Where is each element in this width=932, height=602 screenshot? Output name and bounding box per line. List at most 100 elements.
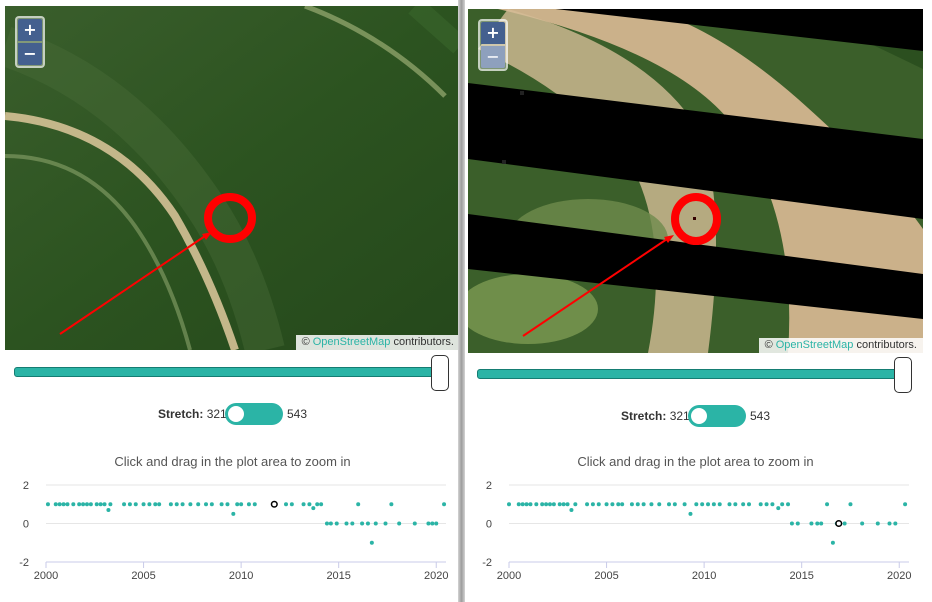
data-point [98,502,103,507]
data-point [596,502,601,507]
x-tick-label: 2010 [692,570,716,582]
data-point [252,502,257,507]
data-point [225,502,230,507]
date-slider-track[interactable] [14,367,438,377]
data-point [688,511,693,516]
data-point [547,502,552,507]
x-tick-label: 2015 [326,570,350,582]
zoom-out-button[interactable]: − [18,43,42,65]
data-point [174,502,179,507]
osm-link[interactable]: OpenStreetMap [313,336,391,348]
stretch-max: 543 [750,409,771,423]
stretch-min: 321 [669,409,690,423]
data-point [842,521,847,526]
time-series-chart[interactable]: 2 0 -2 2000 2005 2010 2015 2020 [468,470,923,602]
attribution-suffix: contributors. [390,336,454,348]
data-point [319,502,324,507]
data-point [426,521,431,526]
data-point [65,502,70,507]
map-view[interactable]: + − © OpenStreetMap contributors. [5,6,460,350]
data-point [153,502,158,507]
stretch-toggle[interactable] [225,403,283,425]
data-point [311,506,316,511]
data-point [94,502,99,507]
zoom-in-button[interactable]: + [481,22,505,44]
data-point [657,502,662,507]
zoom-in-button[interactable]: + [18,19,42,41]
data-point [887,521,892,526]
data-point [383,521,388,526]
zoom-out-button[interactable]: − [481,46,505,68]
map-attribution: © OpenStreetMap contributors. [758,338,923,353]
data-point [507,502,511,507]
data-point [350,521,355,526]
data-point [284,502,288,507]
data-point [682,502,687,507]
data-point [524,502,529,507]
data-point [825,502,830,507]
map-attribution: © OpenStreetMap contributors. [295,335,460,350]
data-point [373,521,378,526]
y-tick-label: 2 [486,480,492,492]
data-point [204,502,208,507]
osm-link[interactable]: OpenStreetMap [776,339,854,351]
map-view[interactable]: + − © OpenStreetMap contributors. [468,9,923,353]
data-point [77,502,82,507]
data-point [604,502,609,507]
data-point [635,502,640,507]
date-slider-handle[interactable] [894,357,912,393]
data-point [516,502,521,507]
attribution-prefix: © [764,339,776,351]
stretch-label-group: Stretch: 321 [621,404,690,428]
data-point [53,502,58,507]
data-point [520,502,525,507]
data-point [733,502,738,507]
data-point [585,502,590,507]
panel-divider[interactable] [458,0,465,602]
data-point [301,502,306,507]
data-point [57,502,62,507]
data-point [84,502,89,507]
satellite-image [5,6,460,350]
data-point [430,521,435,526]
stretch-toggle[interactable] [688,405,746,427]
stretch-max: 543 [287,407,308,421]
data-point [610,502,615,507]
data-point [127,502,132,507]
toggle-knob [228,406,244,422]
x-tick-label: 2005 [594,570,618,582]
x-tick-label: 2020 [887,570,911,582]
data-point [389,502,394,507]
data-point [795,521,800,526]
data-point [544,502,549,507]
data-point [219,502,224,507]
time-series-chart[interactable]: 2 0 -2 2000 2005 2010 2015 2020 [5,470,460,602]
data-point [122,502,127,507]
data-point [412,521,417,526]
data-point [324,521,329,526]
data-point [727,502,732,507]
data-point [700,502,705,507]
data-point [649,502,654,507]
x-tick-label: 2010 [229,570,253,582]
data-point [711,502,716,507]
data-point [741,502,746,507]
data-point [81,502,86,507]
data-point [334,521,339,526]
data-point [565,502,570,507]
y-tick-label: 0 [486,519,492,531]
data-point [789,521,794,526]
data-point [903,502,908,507]
data-point [239,502,244,507]
x-tick-label: 2000 [34,570,58,582]
data-point [551,502,556,507]
data-point [776,506,781,511]
highlighted-point [270,500,278,508]
data-point [875,521,880,526]
data-point [786,502,791,507]
date-slider-track[interactable] [477,369,901,379]
plot-title: Click and drag in the plot area to zoom … [114,454,351,469]
date-slider-handle[interactable] [431,355,449,391]
y-tick-label: -2 [482,557,492,569]
panel-right: + − © OpenStreetMap contributors. Stretc… [468,0,923,602]
